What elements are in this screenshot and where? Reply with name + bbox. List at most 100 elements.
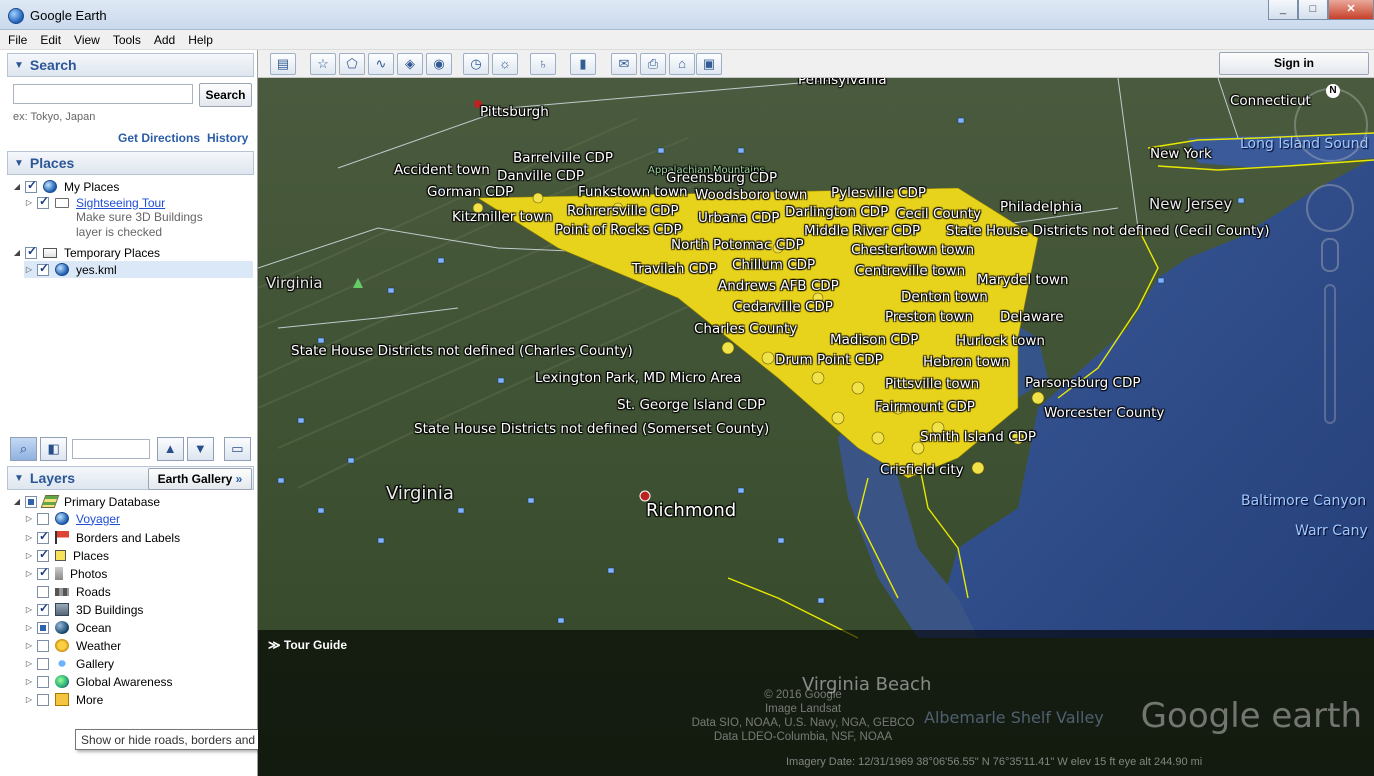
email-icon[interactable]: ✉: [611, 53, 637, 75]
look-joystick[interactable]: [1306, 184, 1354, 232]
zoom-slider[interactable]: [1324, 284, 1336, 424]
tour-guide-header[interactable]: ≫ Tour Guide: [268, 638, 347, 652]
expand-arrow-icon[interactable]: ▷: [24, 514, 34, 523]
layer-voyager[interactable]: ▷ Voyager: [24, 510, 120, 527]
buildings-checkbox[interactable]: [37, 601, 49, 616]
layer-weather[interactable]: ▷ Weather: [24, 637, 121, 654]
voyager-link[interactable]: Voyager: [76, 512, 120, 526]
add-placemark-icon[interactable]: ☆: [310, 53, 336, 75]
sunlight-icon[interactable]: ☼: [492, 53, 518, 75]
google-maps-icon[interactable]: ⌂: [669, 53, 695, 75]
temporary-places-checkbox[interactable]: [25, 244, 37, 259]
map-label: Kitzmiller town: [452, 209, 553, 225]
search-button[interactable]: Search: [199, 83, 252, 107]
layer-label: Gallery: [76, 656, 115, 671]
voyager-checkbox[interactable]: [37, 512, 49, 525]
layer-global-awareness[interactable]: ▷ Global Awareness: [24, 673, 173, 690]
search-places-icon[interactable]: ⌕: [10, 437, 38, 461]
collapse-arrow-icon[interactable]: ◢: [12, 182, 22, 191]
3d-viewer[interactable]: Pennsylvania Pittsburgh Connecticut New …: [258, 78, 1374, 776]
expand-arrow-icon[interactable]: ▷: [24, 677, 34, 686]
global-awareness-checkbox[interactable]: [37, 675, 49, 688]
layer-borders-labels[interactable]: ▷ Borders and Labels: [24, 529, 180, 546]
expand-arrow-icon[interactable]: ▷: [24, 551, 34, 560]
weather-checkbox[interactable]: [37, 639, 49, 652]
street-view-pegman-icon[interactable]: [1321, 238, 1339, 272]
expand-arrow-icon[interactable]: ▷: [24, 605, 34, 614]
expand-arrow-icon[interactable]: ▷: [24, 569, 34, 578]
earth-gallery-button[interactable]: Earth Gallery »: [148, 468, 252, 490]
tree-yes-kml[interactable]: ▷ yes.kml: [24, 261, 253, 278]
photos-checkbox[interactable]: [37, 565, 49, 580]
my-places-checkbox[interactable]: [25, 178, 37, 193]
folder-menu-icon[interactable]: ▭: [223, 437, 251, 461]
places-filter-input[interactable]: [72, 439, 150, 459]
expand-arrow-icon[interactable]: ▷: [24, 641, 34, 650]
layer-ocean[interactable]: ▷ Ocean: [24, 619, 111, 636]
attribution-line: Data SIO, NOAA, U.S. Navy, NGA, GEBCO: [691, 717, 915, 729]
history-link[interactable]: History: [207, 131, 248, 145]
menu-tools[interactable]: Tools: [113, 33, 141, 47]
layer-photos[interactable]: ▷ Photos: [24, 565, 107, 582]
gallery-checkbox[interactable]: [37, 657, 49, 670]
expand-arrow-icon[interactable]: ▷: [24, 659, 34, 668]
collapse-arrow-icon[interactable]: ◢: [12, 497, 22, 506]
layer-3d-buildings[interactable]: ▷ 3D Buildings: [24, 601, 143, 618]
sign-in-button[interactable]: Sign in: [1219, 52, 1369, 75]
compass-north-icon[interactable]: N: [1326, 84, 1340, 98]
menu-add[interactable]: Add: [154, 33, 175, 47]
sun-icon: [55, 639, 69, 652]
get-directions-link[interactable]: Get Directions: [118, 131, 200, 145]
tree-sightseeing-tour[interactable]: ▷ Sightseeing Tour: [24, 194, 165, 211]
layer-primary-database[interactable]: ◢ Primary Database: [12, 493, 160, 510]
roads-checkbox[interactable]: [37, 585, 49, 598]
expand-arrow-icon[interactable]: ▷: [24, 265, 34, 274]
places-panel-title: Places: [29, 155, 75, 171]
expand-arrow-icon[interactable]: ▷: [24, 533, 34, 542]
print-icon[interactable]: ⎙: [640, 53, 666, 75]
places-checkbox[interactable]: [37, 547, 49, 562]
sightseeing-checkbox[interactable]: [37, 194, 49, 209]
move-down-icon[interactable]: ▼: [186, 437, 214, 461]
ocean-checkbox[interactable]: [37, 621, 49, 634]
add-overlay-icon[interactable]: ◈: [397, 53, 423, 75]
ruler-icon[interactable]: ▮: [570, 53, 596, 75]
maximize-button[interactable]: □: [1298, 0, 1328, 20]
record-tour-icon[interactable]: ◉: [426, 53, 452, 75]
add-polygon-icon[interactable]: ⬠: [339, 53, 365, 75]
layer-more[interactable]: ▷ More: [24, 691, 103, 708]
historical-imagery-icon[interactable]: ◷: [463, 53, 489, 75]
move-up-icon[interactable]: ▲: [156, 437, 184, 461]
layer-places[interactable]: ▷ Places: [24, 547, 109, 564]
collapse-arrow-icon[interactable]: ◢: [12, 248, 22, 257]
minimize-button[interactable]: _: [1268, 0, 1298, 20]
map-label: Barrelville CDP: [513, 150, 613, 166]
search-panel-header[interactable]: ▼ Search: [7, 53, 254, 77]
layer-roads[interactable]: Roads: [24, 583, 111, 600]
expand-arrow-icon[interactable]: ▷: [24, 695, 34, 704]
menu-edit[interactable]: Edit: [40, 33, 61, 47]
planets-icon[interactable]: ♄: [530, 53, 556, 75]
search-input[interactable]: [13, 84, 193, 104]
places-panel-header[interactable]: ▼ Places: [7, 151, 254, 175]
sidebar-toggle-icon[interactable]: ▤: [270, 53, 296, 75]
layer-label: More: [76, 692, 104, 707]
close-button[interactable]: ✕: [1328, 0, 1374, 20]
compass-ring[interactable]: N: [1294, 84, 1368, 162]
more-checkbox[interactable]: [37, 693, 49, 706]
yes-kml-checkbox[interactable]: [37, 261, 49, 276]
borders-checkbox[interactable]: [37, 529, 49, 544]
layer-gallery[interactable]: ▷ Gallery: [24, 655, 114, 672]
save-image-icon[interactable]: ▣: [696, 53, 722, 75]
sightseeing-tour-link[interactable]: Sightseeing Tour: [76, 196, 165, 210]
add-path-icon[interactable]: ∿: [368, 53, 394, 75]
tree-my-places[interactable]: ◢ My Places: [12, 178, 119, 195]
menu-view[interactable]: View: [74, 33, 100, 47]
menu-help[interactable]: Help: [188, 33, 213, 47]
menu-file[interactable]: File: [8, 33, 27, 47]
tree-temporary-places[interactable]: ◢ Temporary Places: [12, 244, 160, 261]
expand-arrow-icon[interactable]: ▷: [24, 198, 34, 207]
primary-database-checkbox[interactable]: [25, 495, 37, 508]
expand-arrow-icon[interactable]: ▷: [24, 623, 34, 632]
toggle-panel-icon[interactable]: ◧: [40, 437, 68, 461]
